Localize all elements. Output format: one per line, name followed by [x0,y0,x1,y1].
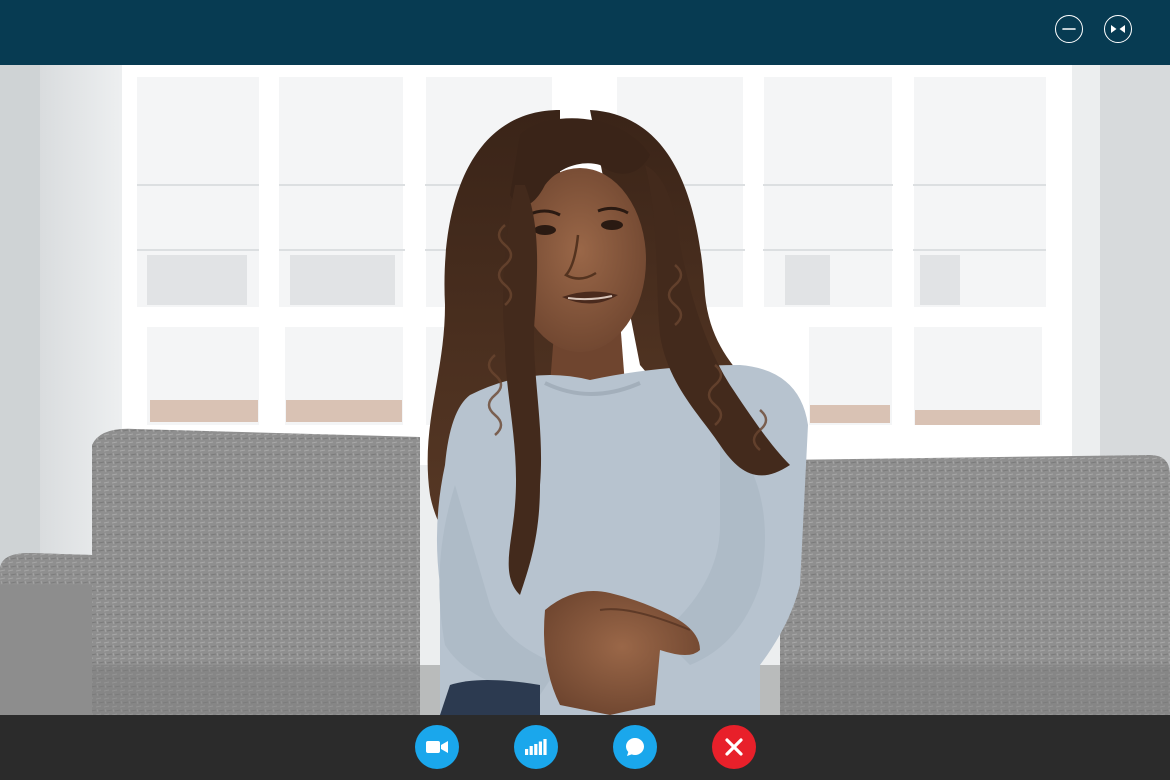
minimize-icon [1062,28,1076,30]
close-x-icon [725,738,743,756]
title-bar [0,0,1170,65]
video-toggle-button[interactable] [415,725,459,769]
minimize-button[interactable] [1055,15,1083,43]
end-call-button[interactable] [712,725,756,769]
collapse-arrows-icon [1111,25,1125,33]
video-call-window [0,0,1170,780]
video-camera-icon [426,741,448,753]
video-scene [0,65,1170,715]
signal-bars-icon [525,739,547,755]
collapse-button[interactable] [1104,15,1132,43]
chat-bubble-icon [626,738,644,756]
call-stats-button[interactable] [514,725,558,769]
call-controls-bar [0,715,1170,780]
chat-button[interactable] [613,725,657,769]
participant-video-feed [0,65,1170,715]
